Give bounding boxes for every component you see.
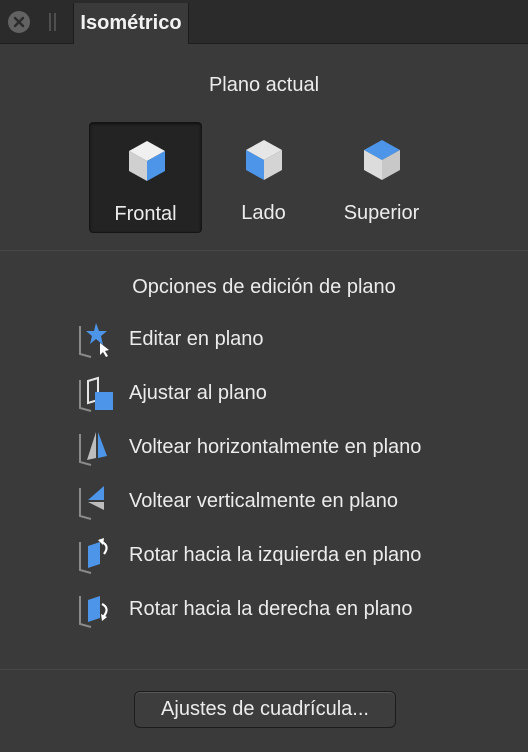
option-flip-vertical[interactable]: Voltear verticalmente en plano [76,482,496,522]
tab-isometrico[interactable]: Isométrico [73,3,189,44]
section-divider [0,250,528,251]
tab-label: Isométrico [80,12,182,34]
option-fit-to-plane[interactable]: Ajustar al plano [76,374,496,414]
edit-on-plane-icon [79,323,109,358]
plane-button-frontal[interactable]: Frontal [89,122,202,233]
section-divider [0,669,528,670]
drag-grip-icon[interactable] [49,13,57,31]
flip-vertical-icon [79,486,104,520]
option-label: Ajustar al plano [129,382,267,404]
option-label: Rotar hacia la derecha en plano [129,598,413,620]
plane-button-label: Superior [343,202,420,224]
cube-front-face-icon [129,141,165,181]
option-label: Voltear verticalmente en plano [129,490,399,512]
option-flip-horizontal[interactable]: Voltear horizontalmente en plano [76,428,496,468]
plane-button-lado[interactable]: Lado [207,122,320,233]
rotate-right-icon [79,596,108,628]
cube-top-face-icon [364,140,400,180]
grid-settings-button[interactable]: Ajustes de cuadrícula... [134,691,396,728]
plane-button-label: Lado [241,202,286,224]
panel-tab-bar: Isométrico [0,0,528,44]
edit-options-heading: Opciones de edición de plano [132,276,396,298]
option-rotate-right[interactable]: Rotar hacia la derecha en plano [76,590,496,630]
current-plane-heading: Plano actual [208,74,320,96]
option-label: Editar en plano [129,328,264,350]
cube-side-face-icon [246,140,282,180]
option-label: Voltear horizontalmente en plano [129,436,422,458]
close-icon[interactable] [8,11,30,33]
option-label: Rotar hacia la izquierda en plano [129,544,422,566]
rotate-left-icon [79,538,108,574]
plane-button-label: Frontal [114,203,177,225]
fit-to-plane-icon [79,376,113,412]
plane-button-superior[interactable]: Superior [325,122,438,233]
flip-horizontal-icon [79,432,107,466]
option-edit-on-plane[interactable]: Editar en plano [76,320,496,360]
option-rotate-left[interactable]: Rotar hacia la izquierda en plano [76,536,496,576]
